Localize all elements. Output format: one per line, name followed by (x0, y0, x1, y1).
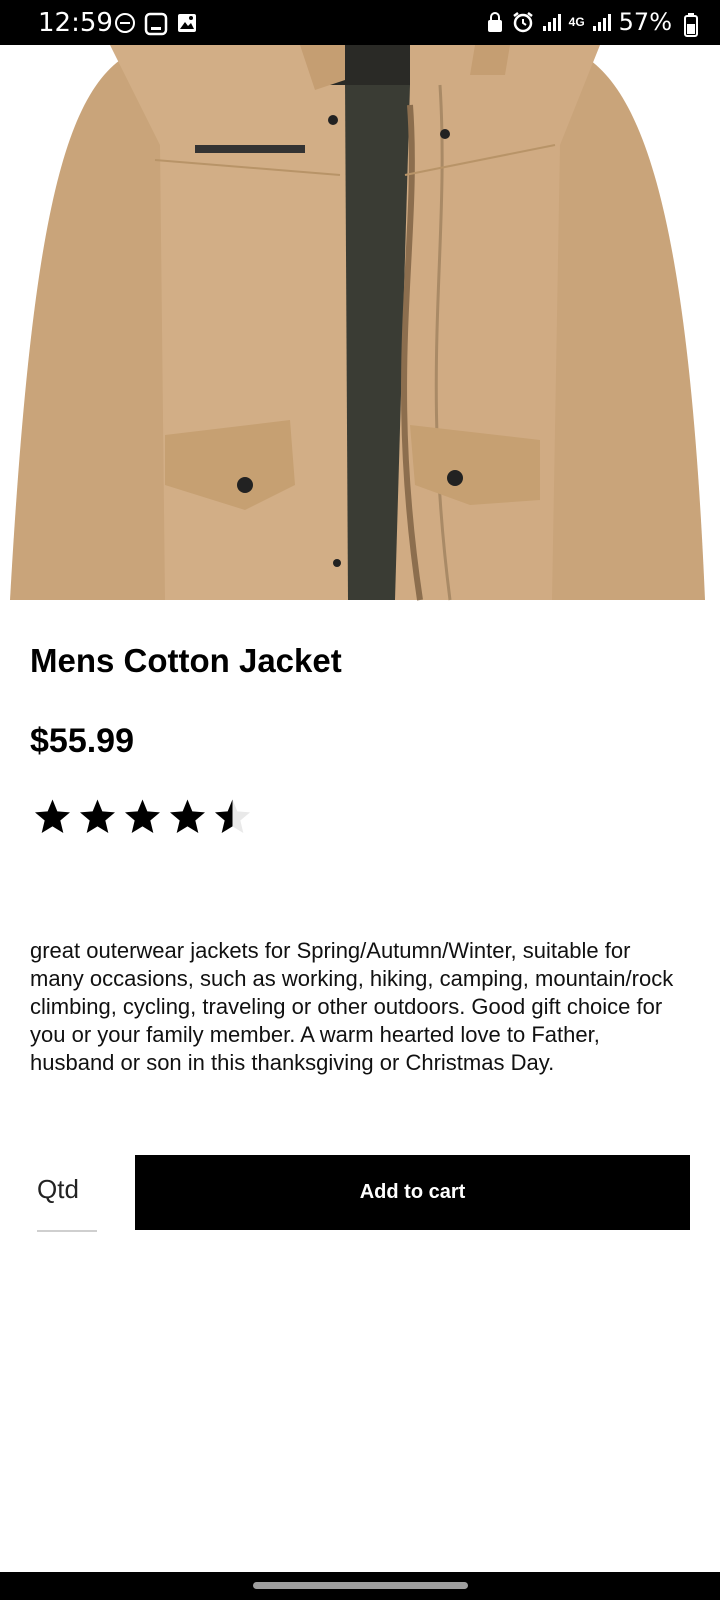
network-type: 4G (568, 15, 585, 29)
star-icon (125, 799, 160, 833)
star-icon (80, 799, 115, 833)
battery-icon (684, 13, 698, 37)
home-gesture-handle[interactable] (253, 1582, 468, 1589)
jacket-illustration (10, 45, 705, 601)
rating-stars (32, 797, 253, 837)
status-right-icons: 4G 57% (485, 8, 672, 36)
product-title: Mens Cotton Jacket (30, 642, 342, 679)
star-icon (170, 799, 205, 833)
star-half-icon (215, 799, 250, 834)
add-to-cart-button[interactable]: Add to cart (135, 1155, 690, 1230)
navigation-bar (0, 1572, 720, 1600)
star-icon (35, 799, 70, 833)
signal-icon (592, 14, 611, 31)
product-price: $55.99 (30, 722, 134, 760)
signal-icon (542, 14, 561, 31)
quantity-underline (37, 1230, 97, 1232)
gallery-icon (178, 14, 196, 32)
product-description: great outerwear jackets for Spring/Autum… (30, 938, 674, 1075)
product-image (0, 45, 720, 608)
lock-icon (487, 12, 502, 32)
screen-icon (144, 12, 168, 36)
status-time: 12:59 (38, 8, 113, 38)
quantity-field[interactable]: Qtd (37, 1152, 97, 1232)
alarm-icon (512, 12, 533, 33)
battery-percent: 57% (618, 8, 672, 36)
dnd-icon (115, 13, 135, 33)
status-bar: 12:59 4G 57% (0, 0, 720, 45)
quantity-placeholder: Qtd (37, 1174, 79, 1204)
status-left-icons (114, 12, 198, 36)
